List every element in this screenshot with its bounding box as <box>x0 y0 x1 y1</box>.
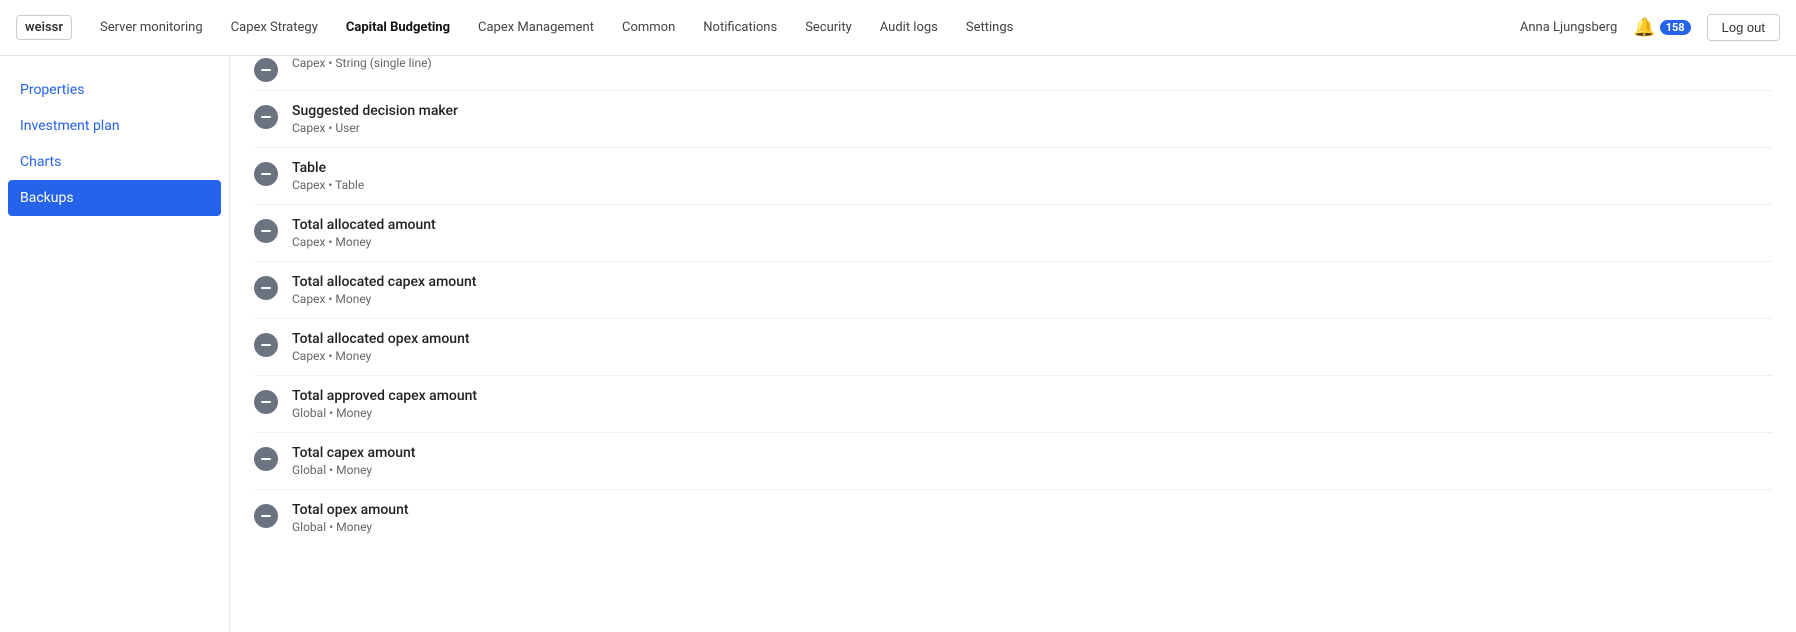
sidebar-item-backups[interactable]: Backups <box>8 180 221 216</box>
list-item: Suggested decision maker Capex • User <box>254 91 1772 148</box>
sidebar-item-properties[interactable]: Properties <box>0 72 229 108</box>
nav-notifications[interactable]: Notifications <box>691 14 789 41</box>
item-title-0: Suggested decision maker <box>292 103 458 119</box>
nav-server-monitoring[interactable]: Server monitoring <box>88 14 215 41</box>
item-subtitle-5: Global • Money <box>292 406 477 420</box>
list-item: Total approved capex amount Global • Mon… <box>254 376 1772 433</box>
item-title-7: Total opex amount <box>292 502 409 518</box>
list-item: Total capex amount Global • Money <box>254 433 1772 490</box>
item-subtitle-2: Capex • Money <box>292 235 436 249</box>
toggle-icon-7[interactable] <box>254 504 278 528</box>
nav-capital-budgeting[interactable]: Capital Budgeting <box>334 14 462 41</box>
toggle-icon-4[interactable] <box>254 333 278 357</box>
list-item: Total allocated opex amount Capex • Mone… <box>254 319 1772 376</box>
item-subtitle-6: Global • Money <box>292 463 415 477</box>
nav-capex-management[interactable]: Capex Management <box>466 14 606 41</box>
item-subtitle-3: Capex • Money <box>292 292 476 306</box>
item-subtitle-4: Capex • Money <box>292 349 470 363</box>
item-subtitle-7: Global • Money <box>292 520 409 534</box>
top-nav: weissr Server monitoring Capex Strategy … <box>0 0 1796 56</box>
toggle-icon-6[interactable] <box>254 447 278 471</box>
user-name: Anna Ljungsberg <box>1520 20 1617 35</box>
sidebar-item-charts[interactable]: Charts <box>0 144 229 180</box>
item-title-3: Total allocated capex amount <box>292 274 476 290</box>
notification-count: 158 <box>1660 20 1691 35</box>
sidebar-item-investment-plan[interactable]: Investment plan <box>0 108 229 144</box>
item-title-6: Total capex amount <box>292 445 415 461</box>
toggle-icon-partial[interactable] <box>254 58 278 82</box>
item-title-1: Table <box>292 160 364 176</box>
main-layout: Properties Investment plan Charts Backup… <box>0 56 1796 632</box>
item-subtitle-0: Capex • User <box>292 121 458 135</box>
list-item: Total allocated capex amount Capex • Mon… <box>254 262 1772 319</box>
nav-settings[interactable]: Settings <box>954 14 1025 41</box>
nav-capex-strategy[interactable]: Capex Strategy <box>219 14 330 41</box>
partial-item-subtitle: Capex • String (single line) <box>292 56 432 70</box>
nav-common[interactable]: Common <box>610 14 687 41</box>
bell-icon: 🔔 <box>1633 17 1655 38</box>
toggle-icon-3[interactable] <box>254 276 278 300</box>
item-title-5: Total approved capex amount <box>292 388 477 404</box>
toggle-icon-2[interactable] <box>254 219 278 243</box>
list-item: Total allocated amount Capex • Money <box>254 205 1772 262</box>
list-item: Total opex amount Global • Money <box>254 490 1772 546</box>
toggle-icon-0[interactable] <box>254 105 278 129</box>
toggle-icon-1[interactable] <box>254 162 278 186</box>
list-item: Table Capex • Table <box>254 148 1772 205</box>
nav-audit-logs[interactable]: Audit logs <box>868 14 950 41</box>
logo: weissr <box>16 15 72 40</box>
main-content: Capex • String (single line) Suggested d… <box>230 56 1796 632</box>
item-title-4: Total allocated opex amount <box>292 331 470 347</box>
toggle-icon-5[interactable] <box>254 390 278 414</box>
nav-security[interactable]: Security <box>793 14 864 41</box>
list-item-partial: Capex • String (single line) <box>254 56 1772 91</box>
item-title-2: Total allocated amount <box>292 217 436 233</box>
logout-button[interactable]: Log out <box>1707 14 1780 41</box>
item-subtitle-1: Capex • Table <box>292 178 364 192</box>
sidebar: Properties Investment plan Charts Backup… <box>0 56 230 632</box>
notifications-bell[interactable]: 🔔 158 <box>1633 17 1690 38</box>
